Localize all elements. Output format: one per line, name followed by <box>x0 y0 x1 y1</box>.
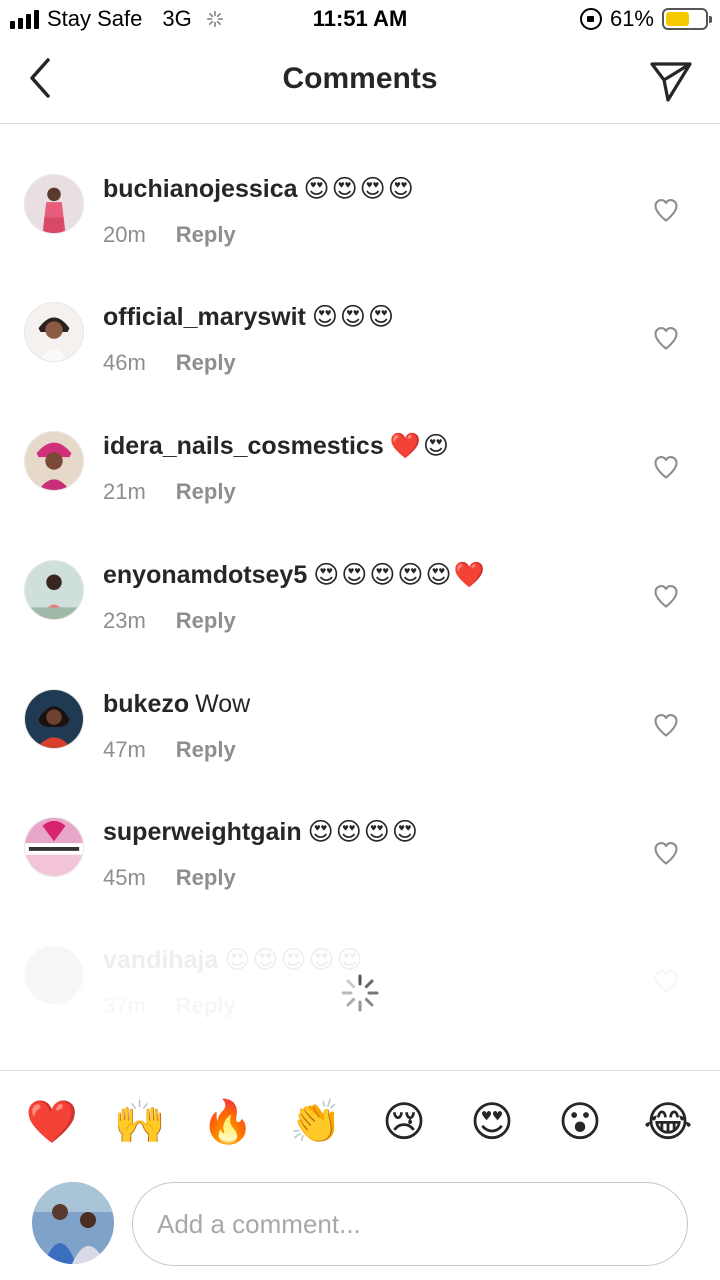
battery-percent: 61% <box>609 6 654 31</box>
battery-icon <box>662 8 712 30</box>
heart-icon[interactable] <box>652 967 680 995</box>
comment-username[interactable]: buchianojessica <box>103 175 298 203</box>
comment-time: 20m <box>103 222 146 247</box>
emoji-crying-button[interactable]: 😢 <box>369 1096 439 1148</box>
comment-meta: 21m Reply <box>103 479 236 505</box>
comment-text: 😍😍😍😍 <box>303 175 416 203</box>
comment-text-line: idera_nails_cosmestics ❤️😍 <box>103 429 451 463</box>
comment-text: 😍😍😍😍😍 <box>224 946 365 974</box>
avatar[interactable] <box>24 431 84 491</box>
heart-icon[interactable] <box>652 582 680 610</box>
emoji-laughing-button[interactable]: 😂 <box>633 1096 703 1148</box>
comment-username[interactable]: superweightgain <box>103 818 302 846</box>
page-title: Comments <box>282 62 438 95</box>
emoji-fire-button[interactable]: 🔥 <box>193 1096 263 1148</box>
comment-meta: 37m Reply <box>103 993 236 1019</box>
comment-text-line: vandihaja 😍😍😍😍😍 <box>103 943 365 977</box>
emoji-surprised-button[interactable]: 😮 <box>545 1096 615 1148</box>
comment-username[interactable]: bukezo <box>103 690 189 718</box>
battery-fill <box>666 12 690 26</box>
paper-plane-icon[interactable] <box>646 56 694 104</box>
avatar[interactable] <box>24 174 84 234</box>
comment-time: 21m <box>103 479 146 504</box>
comment-item: superweightgain 😍😍😍😍 45m Reply <box>0 817 720 945</box>
comment-time: 46m <box>103 350 146 375</box>
comment-item: buchianojessica 😍😍😍😍 20m Reply <box>0 174 720 302</box>
reply-button[interactable]: Reply <box>176 608 236 634</box>
comment-meta: 46m Reply <box>103 350 236 376</box>
comment-item: bukezo Wow 47m Reply <box>0 689 720 817</box>
comment-text: 😍😍😍😍😍❤️ <box>313 561 487 589</box>
comment-item: idera_nails_cosmestics ❤️😍 21m Reply <box>0 431 720 559</box>
emoji-raised-hands-button[interactable]: 🙌 <box>105 1096 175 1148</box>
comment-text: Wow <box>195 690 251 718</box>
heart-icon[interactable] <box>652 324 680 352</box>
avatar[interactable] <box>24 945 84 1005</box>
comment-text-line: enyonamdotsey5 😍😍😍😍😍❤️ <box>103 558 487 592</box>
current-user-avatar <box>32 1182 114 1264</box>
comment-text-line: superweightgain 😍😍😍😍 <box>103 815 420 849</box>
comment-item: official_maryswit 😍😍😍 46m Reply <box>0 302 720 430</box>
avatar[interactable] <box>24 689 84 749</box>
comment-meta: 45m Reply <box>103 865 236 891</box>
reply-button[interactable]: Reply <box>176 737 236 763</box>
comment-text: ❤️😍 <box>389 432 451 460</box>
comment-text-line: bukezo Wow <box>103 687 250 721</box>
comment-meta: 47m Reply <box>103 737 236 763</box>
heart-icon[interactable] <box>652 196 680 224</box>
emoji-heart-button[interactable]: ❤️ <box>17 1096 87 1148</box>
comment-username[interactable]: vandihaja <box>103 946 218 974</box>
header: Comments <box>0 40 720 124</box>
comment-time: 37m <box>103 993 146 1018</box>
comment-text: 😍😍😍😍 <box>307 818 420 846</box>
status-bar: Stay Safe 3G 11:51 AM 61% <box>0 0 720 40</box>
comment-input[interactable] <box>132 1182 688 1266</box>
avatar[interactable] <box>24 302 84 362</box>
comment-item: enyonamdotsey5 😍😍😍😍😍❤️ 23m Reply <box>0 560 720 688</box>
comment-meta: 23m Reply <box>103 608 236 634</box>
comment-composer <box>0 1172 720 1280</box>
reply-button[interactable]: Reply <box>176 479 236 505</box>
comment-username[interactable]: official_maryswit <box>103 303 306 331</box>
reply-button[interactable]: Reply <box>176 350 236 376</box>
comment-time: 47m <box>103 737 146 762</box>
heart-icon[interactable] <box>652 711 680 739</box>
comment-time: 45m <box>103 865 146 890</box>
emoji-clap-button[interactable]: 👏 <box>281 1096 351 1148</box>
avatar[interactable] <box>24 817 84 877</box>
heart-icon[interactable] <box>652 453 680 481</box>
comment-text: 😍😍😍 <box>311 303 397 331</box>
comment-username[interactable]: idera_nails_cosmestics <box>103 432 384 460</box>
comment-time: 23m <box>103 608 146 633</box>
emoji-heart-eyes-button[interactable]: 😍 <box>457 1096 527 1148</box>
reply-button[interactable]: Reply <box>176 865 236 891</box>
comment-text-line: official_maryswit 😍😍😍 <box>103 300 396 334</box>
reply-button[interactable]: Reply <box>176 222 236 248</box>
status-right: 61% <box>579 6 712 32</box>
rotation-lock-icon <box>579 8 602 30</box>
comment-text-line: buchianojessica 😍😍😍😍 <box>103 172 416 206</box>
avatar[interactable] <box>24 560 84 620</box>
loading-spinner-icon <box>341 974 379 1012</box>
emoji-reaction-bar: ❤️ 🙌 🔥 👏 😢 😍 😮 😂 <box>0 1070 720 1172</box>
comments-list[interactable]: buchianojessica 😍😍😍😍 20m Reply official_m… <box>0 125 720 1070</box>
comment-username[interactable]: enyonamdotsey5 <box>103 561 307 589</box>
reply-button[interactable]: Reply <box>176 993 236 1019</box>
heart-icon[interactable] <box>652 839 680 867</box>
comment-meta: 20m Reply <box>103 222 236 248</box>
